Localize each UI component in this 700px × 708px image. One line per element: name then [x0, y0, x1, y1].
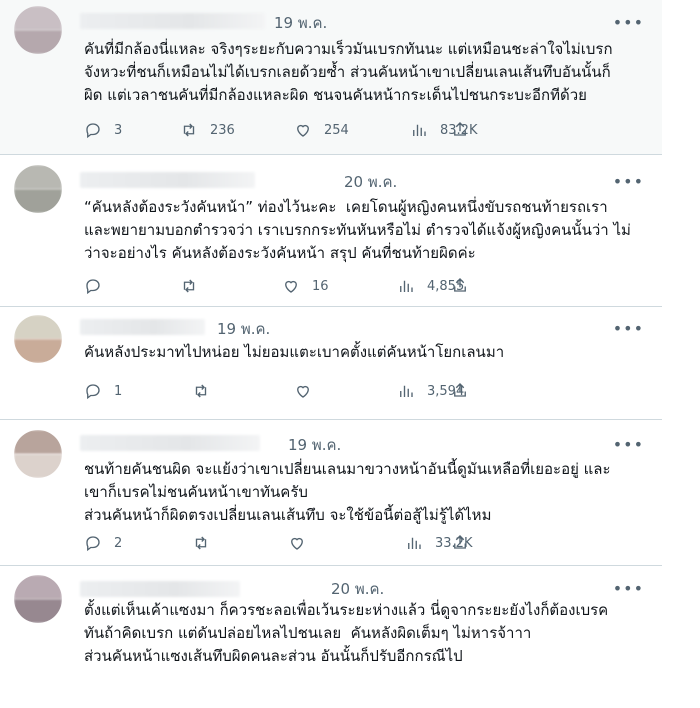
share-button[interactable] [451, 120, 469, 142]
tweet-text: คันที่มีกล้องนี่แหละ จริงๆระยะกับความเร็… [84, 38, 654, 107]
more-icon[interactable]: ••• [613, 437, 644, 453]
reply-button[interactable]: 3 [84, 119, 122, 141]
tweet[interactable]: 19 พ.ค. ••• คันหลังประมาทไปหน่อย ไม่ยอมแ… [0, 307, 662, 420]
tweet-date[interactable]: 19 พ.ค. [217, 317, 270, 341]
author-name-redacted[interactable] [80, 172, 255, 188]
reply-icon [86, 279, 100, 295]
heart-icon [285, 280, 297, 293]
retweet-icon [195, 384, 207, 398]
retweet-button[interactable] [180, 275, 210, 297]
tweet-date[interactable]: 19 พ.ค. [274, 11, 327, 35]
share-button[interactable] [451, 276, 469, 298]
reply-icon [86, 123, 100, 139]
retweet-button[interactable]: 236 [180, 119, 235, 141]
tweet-text-line: ชนท้ายคันชนผิด จะแย้งว่าเขาเปลี่ยนเลนมาข… [84, 460, 611, 478]
share-icon [454, 535, 466, 549]
reply-icon [86, 536, 100, 552]
reply-count: 3 [114, 122, 123, 138]
like-count: 16 [312, 278, 329, 294]
tweet-text-line: ส่วนคันหน้าก็ผิดตรงเปลี่ยนเลนเส้นทึบ จะใ… [84, 506, 492, 524]
tweet-text: คันหลังประมาทไปหน่อย ไม่ยอมแตะเบาคตั้งแต… [84, 341, 654, 364]
tweet-actions: 16 4,855 [84, 275, 554, 297]
tweet-text-line: ผิด แต่เวลาชนคันที่มีกล้องแหละผิด ชนจนคั… [84, 86, 587, 104]
tweet-actions: 2 33.2K [84, 532, 554, 554]
avatar[interactable] [14, 165, 62, 213]
more-icon[interactable]: ••• [613, 321, 644, 337]
tweet-text-line: และพยายามบอกตำรวจว่า เราเบรกกระทันหันหรื… [84, 221, 631, 239]
share-icon [454, 122, 466, 136]
author-name-redacted[interactable] [80, 581, 240, 597]
heart-icon [297, 124, 309, 137]
more-icon[interactable]: ••• [613, 174, 644, 190]
retweet-button[interactable] [192, 380, 222, 402]
retweet-button[interactable] [192, 532, 222, 554]
like-button[interactable]: 254 [294, 119, 349, 141]
avatar[interactable] [14, 6, 62, 54]
author-name-redacted[interactable] [80, 319, 205, 335]
tweet-date[interactable]: 19 พ.ค. [288, 433, 341, 457]
tweet-text-line: ส่วนคันหน้าแซงเส้นทึบผิดคนละส่วน อันนั้น… [84, 647, 463, 665]
tweet[interactable]: 19 พ.ค. ••• คันที่มีกล้องนี่แหละ จริงๆระ… [0, 0, 662, 155]
author-name-redacted[interactable] [80, 435, 260, 451]
tweet-text-line: เขาก็เบรคไม่ชนคันหน้าเขาทันครับ [84, 483, 308, 501]
like-button[interactable] [294, 380, 324, 402]
tweet-actions: 3 236 254 83.2K [84, 119, 554, 141]
retweet-icon [183, 279, 195, 293]
tweet-date[interactable]: 20 พ.ค. [331, 577, 384, 601]
author-name-redacted[interactable] [80, 13, 265, 29]
reply-button[interactable]: 2 [84, 532, 122, 554]
views-icon [400, 385, 413, 397]
like-count: 254 [324, 122, 349, 138]
tweet-text-line: ทันถ้าคิดเบรก แต่ดันปล่อยไหลไปชนเลย คันห… [84, 624, 532, 642]
more-icon[interactable]: ••• [613, 15, 644, 31]
tweet-text-line: ว่าจะอย่างไร คันหลังต้องระวังคันหน้า สรุ… [84, 244, 476, 262]
share-icon [454, 383, 466, 397]
tweet-text-line: ตั้งแต่เห็นเค้าแซงมา ก็ควรชะลอเพื่อเว้นร… [84, 601, 609, 619]
like-button[interactable]: 16 [282, 275, 329, 297]
reply-button[interactable] [84, 275, 114, 297]
tweet-date[interactable]: 20 พ.ค. [344, 170, 397, 194]
share-icon [454, 278, 466, 292]
avatar[interactable] [14, 430, 62, 478]
tweet[interactable]: 20 พ.ค. ••• “คันหลังต้องระวังคันหน้า” ท่… [0, 155, 662, 307]
views-icon [400, 280, 413, 292]
reply-thread: 19 พ.ค. ••• คันที่มีกล้องนี่แหละ จริงๆระ… [0, 0, 662, 708]
reply-count: 1 [114, 383, 123, 399]
reply-count: 2 [114, 535, 123, 551]
views-icon [413, 124, 426, 136]
tweet-text: ชนท้ายคันชนผิด จะแย้งว่าเขาเปลี่ยนเลนมาข… [84, 458, 654, 527]
heart-icon [297, 385, 309, 398]
avatar[interactable] [14, 575, 62, 623]
reply-button[interactable]: 1 [84, 380, 122, 402]
retweet-count: 236 [210, 122, 235, 138]
like-button[interactable] [288, 532, 318, 554]
tweet[interactable]: 19 พ.ค. ••• ชนท้ายคันชนผิด จะแย้งว่าเขาเ… [0, 420, 662, 566]
tweet-text: “คันหลังต้องระวังคันหน้า” ท่องไว้นะคะ เค… [84, 196, 654, 265]
heart-icon [291, 537, 303, 550]
tweet-text-line: คันหลังประมาทไปหน่อย ไม่ยอมแตะเบาคตั้งแต… [84, 343, 505, 361]
retweet-icon [183, 123, 195, 137]
retweet-icon [195, 536, 207, 550]
more-icon[interactable]: ••• [613, 581, 644, 597]
tweet-text: ตั้งแต่เห็นเค้าแซงมา ก็ควรชะลอเพื่อเว้นร… [84, 599, 654, 668]
share-button[interactable] [451, 533, 469, 555]
tweet-text-line: “คันหลังต้องระวังคันหน้า” ท่องไว้นะคะ เค… [84, 198, 608, 216]
avatar[interactable] [14, 315, 62, 363]
tweet[interactable]: 20 พ.ค. ••• ตั้งแต่เห็นเค้าแซงมา ก็ควรชะ… [0, 566, 662, 708]
share-button[interactable] [451, 381, 469, 403]
tweet-text-line: จังหวะที่ชนก็เหมือนไม่ได้เบรกเลยด้วยซ้ำ … [84, 63, 611, 81]
tweet-text-line: คันที่มีกล้องนี่แหละ จริงๆระยะกับความเร็… [84, 40, 613, 58]
reply-icon [86, 384, 100, 400]
tweet-actions: 1 3,594 [84, 380, 554, 402]
views-icon [408, 537, 421, 549]
